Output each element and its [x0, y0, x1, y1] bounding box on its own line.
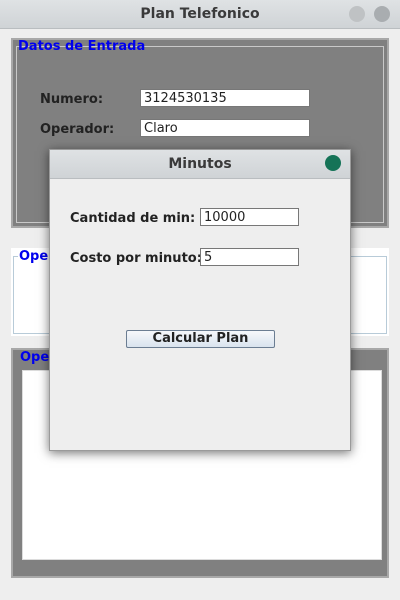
minutos-dialog: Minutos Cantidad de min: Costo por minut… — [49, 149, 351, 451]
calcular-plan-button[interactable]: Calcular Plan — [126, 330, 275, 348]
dialog-title: Minutos — [168, 156, 232, 172]
close-button[interactable] — [374, 6, 390, 22]
datos-entrada-legend: Datos de Entrada — [18, 39, 146, 54]
window-title: Plan Telefonico — [140, 6, 260, 22]
cantidad-min-field[interactable] — [200, 208, 299, 226]
dialog-titlebar: Minutos — [50, 150, 350, 179]
costo-minuto-label: Costo por minuto: — [70, 251, 202, 266]
costo-minuto-field[interactable] — [200, 248, 299, 266]
operador-field[interactable] — [140, 119, 310, 137]
minimize-button[interactable] — [349, 6, 365, 22]
numero-field[interactable] — [140, 89, 310, 107]
numero-label: Numero: — [40, 92, 104, 107]
operador-label: Operador: — [40, 122, 115, 137]
window-titlebar: Plan Telefonico — [0, 0, 400, 29]
cantidad-min-label: Cantidad de min: — [70, 211, 196, 226]
dialog-close-button[interactable] — [325, 155, 341, 171]
